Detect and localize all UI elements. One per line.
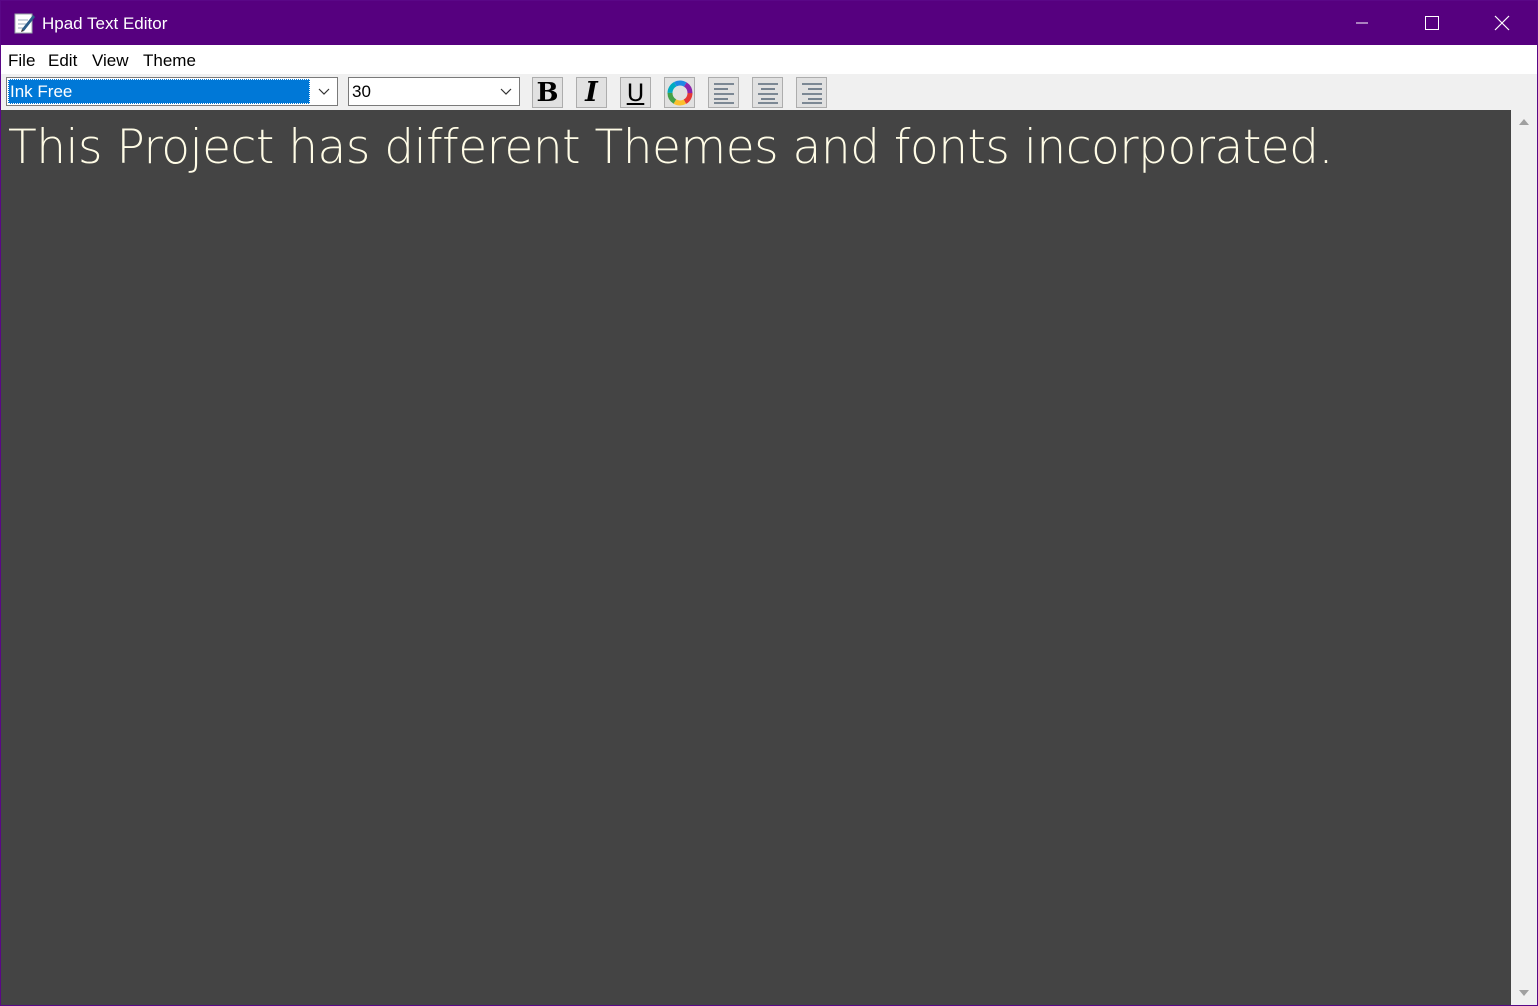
window-title: Hpad Text Editor bbox=[42, 14, 168, 33]
app-icon bbox=[14, 13, 35, 34]
underline-button[interactable]: U bbox=[620, 77, 651, 108]
menu-edit[interactable]: Edit bbox=[48, 51, 77, 71]
font-size-select[interactable]: 30 bbox=[348, 77, 520, 106]
minimize-button[interactable] bbox=[1327, 1, 1397, 45]
scroll-up-button[interactable] bbox=[1511, 110, 1537, 134]
close-icon bbox=[1494, 15, 1510, 31]
align-center-icon bbox=[757, 82, 778, 104]
menu-view[interactable]: View bbox=[92, 51, 129, 71]
menu-theme[interactable]: Theme bbox=[143, 51, 196, 71]
align-left-button[interactable] bbox=[708, 77, 739, 108]
font-size-dropdown-button[interactable] bbox=[493, 78, 519, 105]
maximize-icon bbox=[1425, 16, 1439, 30]
title-bar[interactable]: Hpad Text Editor bbox=[1, 1, 1537, 45]
font-family-dropdown-button[interactable] bbox=[311, 78, 337, 105]
text-color-button[interactable] bbox=[664, 77, 695, 108]
scroll-up-arrow-icon bbox=[1519, 119, 1529, 125]
italic-icon: I bbox=[585, 77, 598, 108]
font-family-select[interactable]: Ink Free bbox=[6, 77, 338, 106]
editor-content[interactable]: This Project has different Themes and fo… bbox=[8, 118, 1333, 178]
text-editor-area[interactable]: This Project has different Themes and fo… bbox=[1, 110, 1511, 1005]
vertical-scrollbar[interactable] bbox=[1511, 110, 1537, 1005]
italic-button[interactable]: I bbox=[576, 77, 607, 108]
app-window: Hpad Text Editor File Edit View Theme In… bbox=[0, 0, 1538, 1006]
align-left-icon bbox=[713, 82, 734, 104]
chevron-down-icon bbox=[318, 88, 330, 95]
font-family-value[interactable]: Ink Free bbox=[8, 79, 310, 104]
scroll-down-arrow-icon bbox=[1519, 990, 1529, 996]
bold-button[interactable]: B bbox=[532, 77, 563, 108]
toolbar: Ink Free 30 B I U bbox=[1, 74, 1537, 110]
close-button[interactable] bbox=[1467, 1, 1537, 45]
scroll-down-button[interactable] bbox=[1511, 981, 1537, 1005]
menu-bar: File Edit View Theme bbox=[1, 45, 1537, 74]
align-right-button[interactable] bbox=[796, 77, 827, 108]
align-center-button[interactable] bbox=[752, 77, 783, 108]
menu-file[interactable]: File bbox=[8, 51, 35, 71]
chevron-down-icon bbox=[500, 88, 512, 95]
align-right-icon bbox=[801, 82, 822, 104]
underline-icon: U bbox=[626, 78, 645, 107]
color-wheel-icon bbox=[667, 80, 692, 105]
minimize-icon bbox=[1356, 22, 1368, 24]
maximize-button[interactable] bbox=[1397, 1, 1467, 45]
bold-icon: B bbox=[536, 77, 559, 108]
font-size-value[interactable]: 30 bbox=[350, 79, 490, 104]
